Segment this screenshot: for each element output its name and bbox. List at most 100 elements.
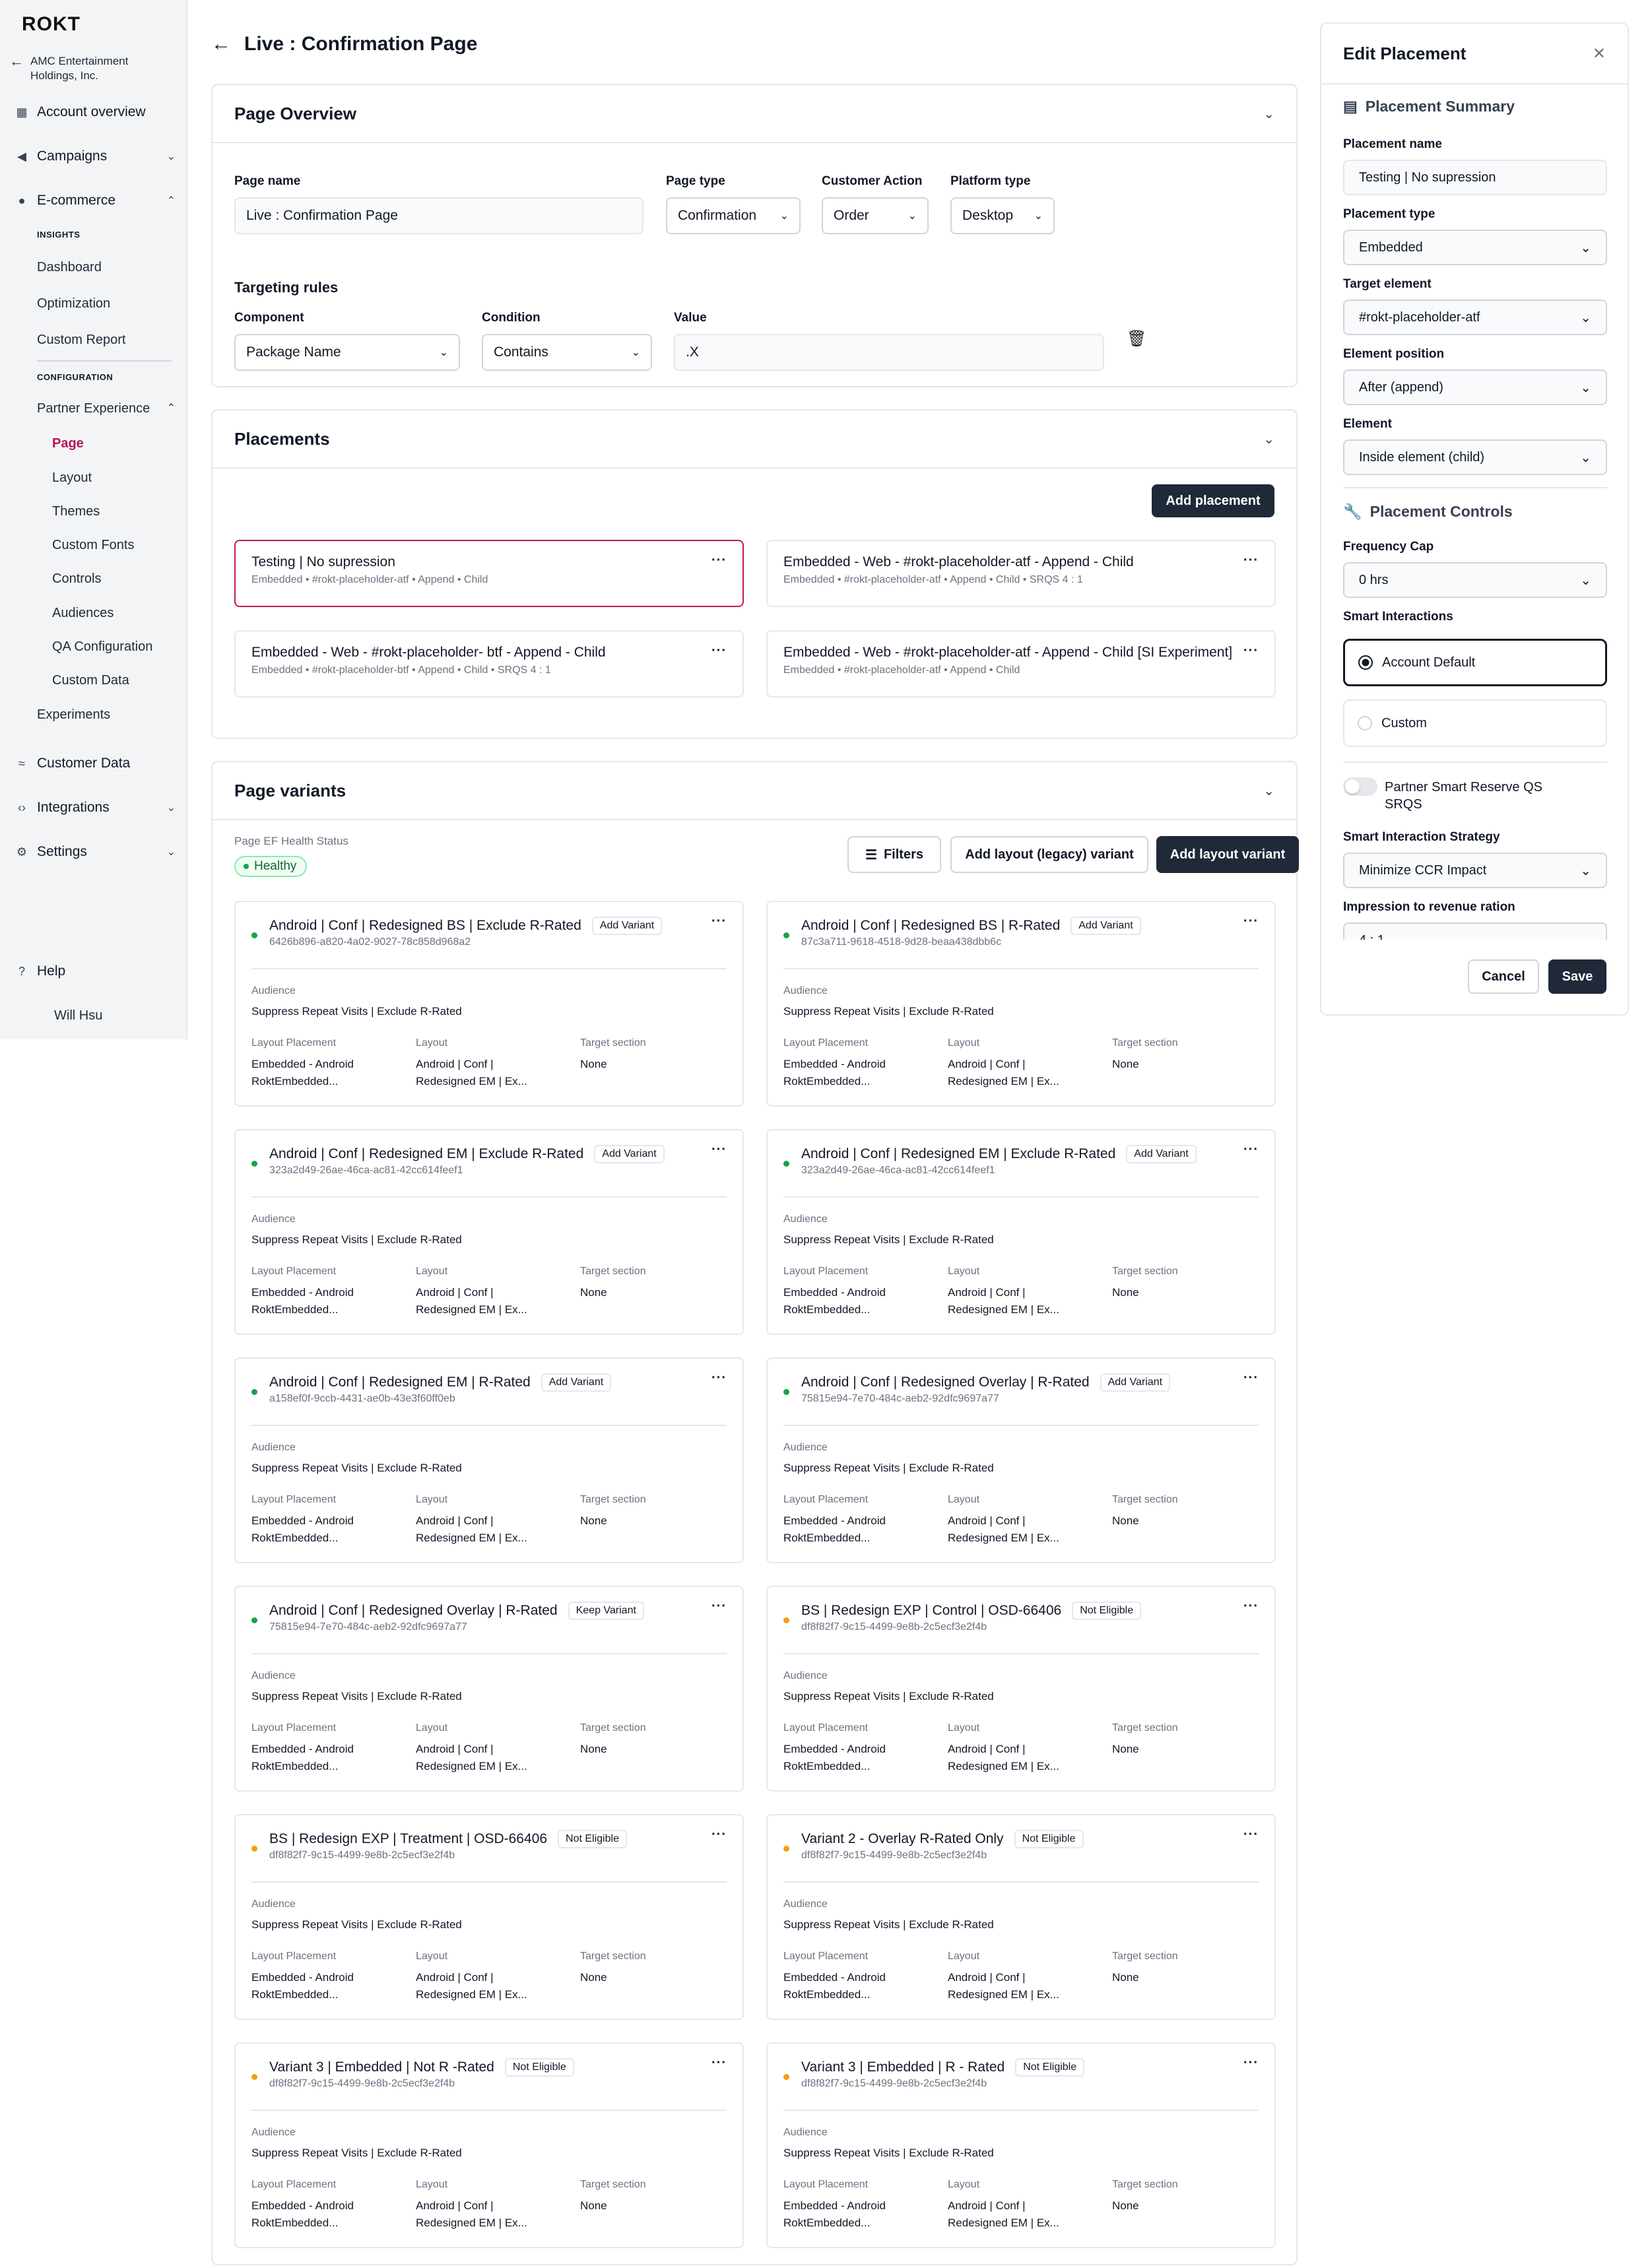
more-options-icon[interactable]: ··· — [711, 643, 727, 659]
health-status-label: Page EF Health Status — [234, 835, 348, 847]
nav-qa-configuration[interactable]: QA Configuration — [52, 639, 152, 655]
more-options-icon[interactable]: ··· — [1243, 643, 1259, 659]
nav-settings[interactable]: ⚙ Settings ⌄ — [15, 844, 176, 860]
page-overview-header[interactable]: Page Overview ⌄ — [213, 85, 1296, 143]
nav-custom-report[interactable]: Custom Report — [37, 333, 126, 348]
nav-dashboard[interactable]: Dashboard — [37, 260, 102, 275]
nav-audiences[interactable]: Audiences — [52, 606, 114, 621]
radio-custom[interactable]: Custom — [1343, 699, 1607, 747]
nav-help[interactable]: ? Help — [15, 963, 176, 979]
variant-card[interactable]: Variant 3 | Embedded | Not R -Rated Not E… — [234, 2042, 744, 2248]
nav-controls[interactable]: Controls — [52, 571, 101, 587]
variant-card[interactable]: Variant 2 - Overlay R-Rated Only Not Elig… — [766, 1814, 1276, 2020]
more-options-icon[interactable]: ··· — [1243, 2056, 1259, 2071]
component-select[interactable]: Package Name ⌄ — [234, 334, 460, 371]
frequency-cap-label: Frequency Cap — [1343, 540, 1434, 554]
variant-tag: Not Eligible — [1014, 1830, 1084, 1848]
divider — [251, 968, 727, 969]
user-name[interactable]: Will Hsu — [54, 1008, 102, 1023]
layout-value: Android | Conf | Redesigned EM | Ex... — [416, 1971, 527, 2001]
org-switcher[interactable]: ← AMC Entertainment Holdings, Inc. — [9, 54, 168, 83]
nav-experiments[interactable]: Experiments — [37, 707, 110, 723]
more-options-icon[interactable]: ··· — [711, 1371, 727, 1386]
placement-name-input[interactable]: Testing | No supression — [1343, 160, 1607, 195]
close-icon[interactable]: ✕ — [1593, 44, 1606, 63]
more-options-icon[interactable]: ··· — [1243, 1827, 1259, 1842]
placement-item[interactable]: Testing | No supression Embedded • #rokt-… — [234, 540, 744, 607]
nav-customer-data[interactable]: ≈ Customer Data — [15, 756, 176, 771]
placement-type-select[interactable]: Embedded ⌄ — [1343, 230, 1607, 265]
nav-optimization[interactable]: Optimization — [37, 296, 110, 311]
placement-item[interactable]: Embedded - Web - #rokt-placeholder-atf -… — [766, 540, 1276, 607]
nav-integrations[interactable]: ‹› Integrations ⌄ — [15, 800, 176, 816]
variant-card[interactable]: BS | Redesign EXP | Control | OSD-66406 N… — [766, 1586, 1276, 1792]
nav-ecommerce[interactable]: ● E-commerce ⌃ — [15, 193, 176, 209]
platform-type-select[interactable]: Desktop ⌄ — [950, 197, 1055, 234]
variant-card[interactable]: Android | Conf | Redesigned Overlay | R-… — [234, 1586, 744, 1792]
more-options-icon[interactable]: ··· — [711, 1827, 727, 1842]
target-element-select[interactable]: #rokt-placeholder-atf ⌄ — [1343, 300, 1607, 335]
variant-card[interactable]: Android | Conf | Redesigned BS | Exclude… — [234, 901, 744, 1107]
placement-item[interactable]: Embedded - Web - #rokt-placeholder-atf -… — [766, 630, 1276, 697]
page-type-select[interactable]: Confirmation ⌄ — [666, 197, 801, 234]
variant-card[interactable]: BS | Redesign EXP | Treatment | OSD-6640… — [234, 1814, 744, 2020]
variant-card[interactable]: Android | Conf | Redesigned Overlay | R-… — [766, 1357, 1276, 1563]
variant-card[interactable]: Android | Conf | Redesigned EM | R-Rated… — [234, 1357, 744, 1563]
page-overview-card: Page Overview ⌄ Page name Live : Confirma… — [211, 84, 1298, 387]
nav-account-overview[interactable]: ▦ Account overview — [15, 104, 176, 120]
status-dot-icon — [251, 1161, 257, 1167]
more-options-icon[interactable]: ··· — [711, 553, 727, 568]
strategy-select[interactable]: Minimize CCR Impact ⌄ — [1343, 853, 1607, 888]
partner-srqs-toggle[interactable] — [1343, 777, 1377, 796]
nav-partner-experience[interactable]: Partner Experience ⌃ — [37, 401, 176, 416]
more-options-icon[interactable]: ··· — [1243, 1142, 1259, 1157]
add-layout-variant-button[interactable]: Add layout variant — [1156, 836, 1299, 873]
page-name-input[interactable]: Live : Confirmation Page — [234, 197, 644, 234]
nav-themes[interactable]: Themes — [52, 504, 100, 519]
trash-icon[interactable]: 🗑 — [1127, 329, 1146, 348]
frequency-cap-select[interactable]: 0 hrs ⌄ — [1343, 562, 1607, 598]
radio-account-default[interactable]: Account Default — [1343, 639, 1607, 686]
customer-action-select[interactable]: Order ⌄ — [822, 197, 929, 234]
add-placement-button[interactable]: Add placement — [1152, 484, 1274, 517]
save-button[interactable]: Save — [1548, 959, 1606, 994]
page-variants-header[interactable]: Page variants ⌄ — [213, 762, 1296, 820]
placement-controls-heading: 🔧 Placement Controls — [1343, 503, 1513, 520]
nav-layout[interactable]: Layout — [52, 470, 92, 486]
more-options-icon[interactable]: ··· — [711, 914, 727, 929]
help-icon: ? — [18, 964, 25, 978]
condition-select[interactable]: Contains ⌄ — [482, 334, 652, 371]
element-position-select[interactable]: After (append) ⌄ — [1343, 370, 1607, 405]
layout-placement-value: Embedded - Android RoktEmbedded... — [251, 1743, 354, 1772]
nav-page[interactable]: Page — [52, 436, 84, 451]
placement-item[interactable]: Embedded - Web - #rokt-placeholder- btf … — [234, 630, 744, 697]
more-options-icon[interactable]: ··· — [1243, 914, 1259, 929]
back-arrow-icon[interactable]: ← — [211, 33, 231, 55]
filters-button[interactable]: ☰ Filters — [847, 836, 941, 873]
more-options-icon[interactable]: ··· — [1243, 1599, 1259, 1614]
placements-card: Placements ⌄ Add placement Testing | No s… — [211, 409, 1298, 739]
nav-campaigns[interactable]: ◀ Campaigns ⌄ — [15, 148, 176, 164]
variant-card[interactable]: Android | Conf | Redesigned EM | Exclude… — [234, 1129, 744, 1335]
nav-custom-data[interactable]: Custom Data — [52, 673, 129, 688]
variant-card[interactable]: Android | Conf | Redesigned BS | R-Rated… — [766, 901, 1276, 1107]
more-options-icon[interactable]: ··· — [711, 1142, 727, 1157]
more-options-icon[interactable]: ··· — [1243, 553, 1259, 568]
impression-ratio-select[interactable]: 4 : 1⌄ — [1343, 923, 1607, 940]
more-options-icon[interactable]: ··· — [1243, 1371, 1259, 1386]
element-select[interactable]: Inside element (child) ⌄ — [1343, 439, 1607, 475]
cancel-button[interactable]: Cancel — [1468, 959, 1539, 994]
layout-value: Android | Conf | Redesigned EM | Ex... — [948, 1286, 1059, 1316]
add-legacy-variant-button[interactable]: Add layout (legacy) variant — [950, 836, 1148, 873]
more-options-icon[interactable]: ··· — [711, 1599, 727, 1614]
value-input[interactable]: .X — [674, 334, 1104, 371]
variant-card[interactable]: Variant 3 | Embedded | R - Rated Not Elig… — [766, 2042, 1276, 2248]
nav-custom-fonts[interactable]: Custom Fonts — [52, 538, 134, 553]
audience-label: Audience — [251, 1214, 296, 1225]
more-options-icon[interactable]: ··· — [711, 2056, 727, 2071]
variant-card[interactable]: Android | Conf | Redesigned EM | Exclude… — [766, 1129, 1276, 1335]
audience-value: Suppress Repeat Visits | Exclude R-Rated — [251, 2147, 462, 2159]
placements-header[interactable]: Placements ⌄ — [213, 410, 1296, 469]
audience-value: Suppress Repeat Visits | Exclude R-Rated — [251, 1005, 462, 1018]
layout-placement-value: Embedded - Android RoktEmbedded... — [783, 2199, 886, 2229]
